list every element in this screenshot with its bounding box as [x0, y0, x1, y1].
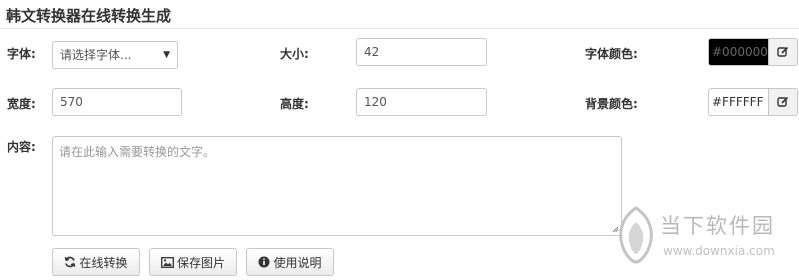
font-color-label: 字体颜色:	[585, 47, 638, 61]
downxia-logo-icon	[619, 206, 653, 264]
save-image-button-label: 保存图片	[176, 255, 225, 270]
font-color-picker-button[interactable]	[769, 38, 798, 66]
help-button[interactable]: 使用说明	[246, 248, 334, 276]
font-label: 字体:	[7, 47, 36, 61]
font-color-input[interactable]: #000000	[708, 38, 769, 66]
convert-button[interactable]: 在线转换	[52, 248, 140, 276]
width-label: 宽度:	[7, 97, 36, 111]
font-select-value: 请选择字体...	[60, 48, 132, 62]
edit-icon	[777, 46, 789, 58]
width-input[interactable]: 570	[52, 88, 182, 116]
convert-button-label: 在线转换	[79, 255, 128, 270]
height-label: 高度:	[280, 97, 309, 111]
info-icon	[258, 256, 270, 268]
font-select[interactable]: 请选择字体... ▼	[52, 41, 178, 69]
content-placeholder: 请在此输入需要转换的文字。	[59, 145, 216, 159]
content-textarea[interactable]: 请在此输入需要转换的文字。	[52, 136, 622, 236]
help-button-label: 使用说明	[273, 255, 322, 270]
height-input[interactable]: 120	[356, 88, 487, 116]
save-image-button[interactable]: 保存图片	[149, 248, 237, 276]
watermark-name: 当下软件园	[660, 214, 775, 238]
edit-icon	[777, 96, 789, 108]
size-label: 大小:	[280, 47, 309, 61]
refresh-icon	[64, 256, 76, 268]
size-input[interactable]: 42	[356, 38, 487, 66]
content-label: 内容:	[7, 140, 36, 154]
bg-color-picker-button[interactable]	[769, 88, 798, 116]
bg-color-label: 背景颜色:	[585, 97, 638, 111]
bg-color-input[interactable]: #FFFFFF	[708, 88, 769, 116]
title-divider	[0, 28, 799, 29]
page-title: 韩文转换器在线转换生成	[6, 7, 172, 25]
watermark-url: www.downxia.com	[663, 244, 775, 258]
image-icon	[161, 256, 174, 268]
chevron-down-icon: ▼	[163, 50, 170, 60]
